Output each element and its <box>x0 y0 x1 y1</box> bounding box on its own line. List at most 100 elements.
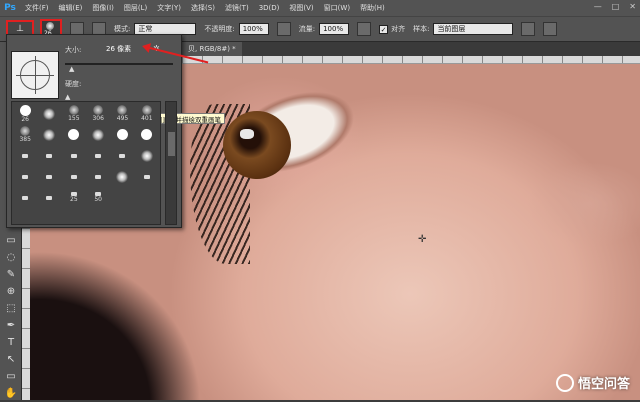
tool-path[interactable]: ✒ <box>0 317 22 334</box>
brush-preset-item[interactable] <box>14 146 36 165</box>
tool-pen[interactable]: ⊕ <box>0 283 22 300</box>
watermark-logo-icon <box>555 373 574 392</box>
menu-select[interactable]: 选择(S) <box>186 3 220 13</box>
brush-tip-icon <box>119 153 126 158</box>
close-icon[interactable]: ✕ <box>629 2 636 11</box>
tool-blur[interactable]: ◌ <box>0 249 22 266</box>
brush-preset-size-label: 50 <box>94 196 102 203</box>
pressure-opacity-icon[interactable] <box>276 22 291 36</box>
pressure-size-icon[interactable] <box>543 22 558 36</box>
brush-preset-item[interactable] <box>38 104 60 123</box>
brush-preset-item[interactable]: 385 <box>14 125 36 144</box>
menu-3d[interactable]: 3D(D) <box>254 4 285 12</box>
menu-file[interactable]: 文件(F) <box>20 3 54 13</box>
menu-image[interactable]: 图像(I) <box>87 3 119 13</box>
brush-preset-item[interactable]: 155 <box>63 104 85 123</box>
brush-tip-icon <box>117 105 128 115</box>
brush-preset-item[interactable] <box>38 167 60 186</box>
size-label: 大小: <box>65 46 82 54</box>
brush-tip-icon <box>46 195 53 200</box>
tool-type[interactable]: T <box>0 334 22 351</box>
brush-tip-icon <box>70 174 77 179</box>
brush-preset-item[interactable]: 26 <box>14 104 36 123</box>
brush-tip-icon <box>43 107 56 120</box>
tool-hand[interactable]: ✋ <box>0 385 22 402</box>
tool-shape[interactable]: ▭ <box>0 368 22 385</box>
menu-window[interactable]: 窗口(W) <box>319 3 355 13</box>
opacity-field[interactable]: 100% <box>238 23 269 35</box>
brush-preset-item[interactable]: 306 <box>87 104 109 123</box>
brush-tip-icon <box>68 129 80 140</box>
document-tab[interactable]: 贝, RGB/8#) * <box>182 42 242 56</box>
menu-bar: Ps 文件(F) 编辑(E) 图像(I) 图层(L) 文字(Y) 选择(S) 滤… <box>0 0 640 16</box>
brush-tip-icon <box>43 128 56 141</box>
brush-preset-grid: 26 155 306 495 401 385 25 50 <box>11 101 161 225</box>
brush-preset-item[interactable] <box>136 125 158 144</box>
brush-tip-icon <box>116 129 128 140</box>
airbrush-icon[interactable] <box>357 22 372 36</box>
sample-select[interactable]: 当前图层 <box>433 23 514 35</box>
brush-tip-icon <box>20 126 31 136</box>
preset-scrollbar[interactable] <box>165 101 177 225</box>
brush-preset-item[interactable]: 25 <box>63 188 85 207</box>
brush-preset-item[interactable]: 495 <box>111 104 133 123</box>
hardness-label: 硬度: <box>65 80 82 88</box>
brush-preset-item[interactable] <box>14 188 36 207</box>
flow-field[interactable]: 100% <box>319 23 350 35</box>
size-slider-knob[interactable]: ▲ <box>69 65 74 73</box>
tool-rectangle[interactable]: ▭ <box>0 232 22 249</box>
flow-value: 100% <box>323 25 344 33</box>
maximize-icon[interactable]: □ <box>612 2 620 11</box>
menu-help[interactable]: 帮助(H) <box>355 3 390 13</box>
menu-view[interactable]: 视图(V) <box>284 3 318 13</box>
brush-tip-icon <box>22 174 29 179</box>
sample-value: 当前图层 <box>437 25 466 33</box>
brush-preset-item[interactable] <box>111 146 133 165</box>
brush-tip-icon <box>46 22 54 30</box>
brush-preset-item[interactable]: 50 <box>87 188 109 207</box>
brush-tip-icon <box>19 104 31 116</box>
menu-type[interactable]: 文字(Y) <box>152 3 186 13</box>
brush-preset-size-label: 385 <box>19 136 31 143</box>
brush-preset-item[interactable] <box>38 146 60 165</box>
size-slider[interactable] <box>65 63 173 65</box>
hardness-slider-knob[interactable]: ▲ <box>65 93 70 101</box>
brush-tip-icon <box>46 174 53 179</box>
tool-path-select[interactable]: ↖ <box>0 351 22 368</box>
brush-preset-item[interactable] <box>38 125 60 144</box>
flow-label: 流量: <box>298 25 316 33</box>
align-checkbox[interactable]: ✓ <box>379 24 389 34</box>
brush-tip-icon <box>68 105 79 115</box>
menu-edit[interactable]: 编辑(E) <box>54 3 88 13</box>
minimize-icon[interactable]: — <box>594 2 602 11</box>
brush-preset-item[interactable] <box>87 167 109 186</box>
align-label: 对齐 <box>391 25 406 33</box>
tool-dodge[interactable]: ✎ <box>0 266 22 283</box>
menu-filter[interactable]: 滤镜(T) <box>220 3 254 13</box>
brush-preset-item[interactable] <box>63 167 85 186</box>
tool-frame[interactable]: ⬚ <box>0 300 22 317</box>
brush-preset-item[interactable] <box>38 188 60 207</box>
brush-preset-item[interactable] <box>87 125 109 144</box>
menu-layer[interactable]: 图层(L) <box>119 3 152 13</box>
brush-preset-item[interactable] <box>87 146 109 165</box>
brush-preset-item[interactable] <box>136 167 158 186</box>
brush-preset-item[interactable] <box>111 167 133 186</box>
iris <box>223 111 291 179</box>
scrollbar-thumb[interactable] <box>168 132 175 156</box>
brush-preset-item[interactable] <box>63 125 85 144</box>
brush-preset-item[interactable] <box>14 167 36 186</box>
opacity-value: 100% <box>242 25 263 33</box>
brush-preset-size-label: 25 <box>70 196 78 203</box>
brush-preset-item[interactable]: 401 <box>136 104 158 123</box>
brush-angle-preview[interactable] <box>11 51 59 99</box>
brush-tip-icon <box>22 195 29 200</box>
brush-preset-size-label: 155 <box>68 115 80 122</box>
brush-preset-item[interactable] <box>111 125 133 144</box>
brush-preset-item[interactable] <box>63 146 85 165</box>
brush-tip-icon <box>116 170 129 183</box>
brush-tip-icon <box>140 149 153 162</box>
size-field[interactable]: 26 像素 <box>103 43 143 55</box>
ignore-adjustment-icon[interactable] <box>521 22 536 36</box>
brush-preset-item[interactable] <box>136 146 158 165</box>
